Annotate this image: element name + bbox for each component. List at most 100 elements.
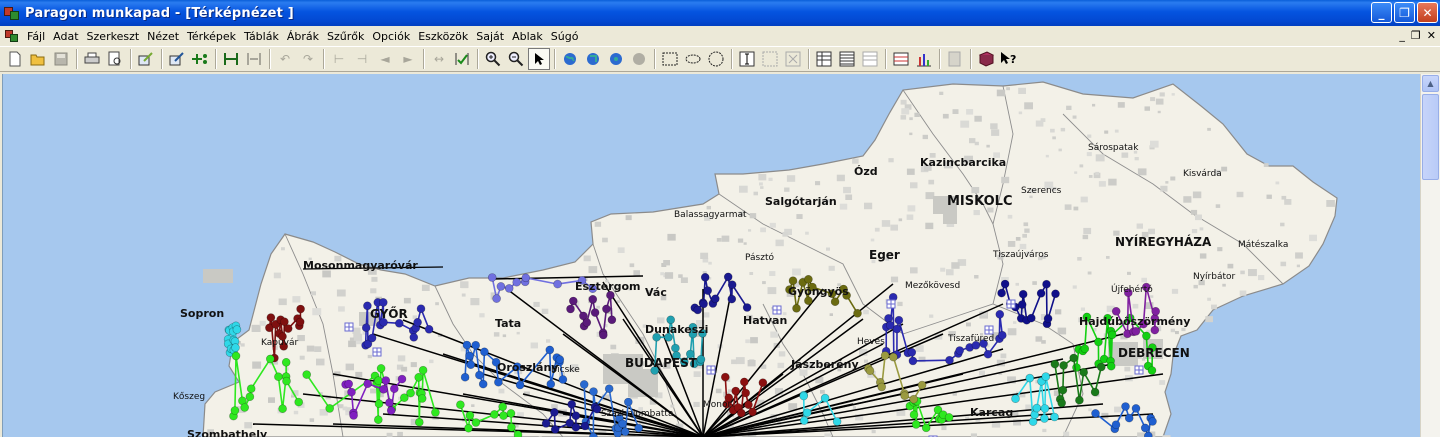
network-node[interactable] bbox=[568, 296, 578, 306]
network-node[interactable] bbox=[414, 372, 424, 382]
network-node[interactable] bbox=[1057, 398, 1066, 408]
network-node[interactable] bbox=[232, 325, 242, 334]
menu-tools[interactable]: Eszközök bbox=[414, 30, 472, 43]
network-node[interactable] bbox=[283, 324, 293, 333]
split-left-icon[interactable]: ⊢ bbox=[328, 48, 350, 70]
network-node[interactable] bbox=[278, 404, 287, 414]
network-node[interactable] bbox=[892, 324, 902, 334]
network-node[interactable] bbox=[1050, 359, 1060, 369]
network-node[interactable] bbox=[1018, 289, 1028, 299]
network-node[interactable] bbox=[386, 406, 396, 415]
network-node[interactable] bbox=[618, 419, 627, 429]
network-node[interactable] bbox=[1027, 313, 1036, 323]
network-node[interactable] bbox=[507, 422, 516, 432]
network-node[interactable] bbox=[553, 279, 562, 289]
network-node[interactable] bbox=[758, 378, 768, 388]
depot-marker[interactable] bbox=[886, 299, 896, 309]
network-node[interactable] bbox=[414, 417, 424, 427]
network-node[interactable] bbox=[295, 317, 305, 327]
bar-chart-icon[interactable] bbox=[913, 48, 935, 70]
network-node[interactable] bbox=[748, 407, 757, 417]
menu-data[interactable]: Adat bbox=[49, 30, 82, 43]
network-node[interactable] bbox=[231, 343, 240, 352]
network-node[interactable] bbox=[788, 276, 798, 285]
depot-marker[interactable] bbox=[984, 325, 994, 335]
unlink-nodes-icon[interactable] bbox=[243, 48, 265, 70]
network-node[interactable] bbox=[1042, 279, 1051, 289]
network-node[interactable] bbox=[347, 387, 356, 397]
network-node[interactable] bbox=[376, 364, 386, 373]
table-list-icon[interactable] bbox=[836, 48, 858, 70]
network-node[interactable] bbox=[413, 318, 422, 327]
network-node[interactable] bbox=[802, 408, 812, 418]
menu-filters[interactable]: Szűrők bbox=[323, 30, 368, 43]
network-node[interactable] bbox=[460, 372, 470, 382]
network-node[interactable] bbox=[416, 304, 426, 313]
network-node[interactable] bbox=[363, 379, 373, 389]
edit-map-icon[interactable] bbox=[135, 48, 157, 70]
network-node[interactable] bbox=[1142, 331, 1151, 341]
network-node[interactable] bbox=[710, 294, 720, 304]
network-node[interactable] bbox=[1131, 404, 1141, 413]
scroll-thumb[interactable] bbox=[1422, 94, 1439, 180]
network-node[interactable] bbox=[378, 298, 388, 307]
network-node[interactable] bbox=[504, 284, 514, 293]
network-node[interactable] bbox=[1036, 289, 1046, 298]
network-node[interactable] bbox=[478, 379, 488, 389]
network-node[interactable] bbox=[361, 323, 371, 332]
network-node[interactable] bbox=[1144, 431, 1153, 437]
depot-marker[interactable] bbox=[344, 322, 354, 332]
network-node[interactable] bbox=[1080, 344, 1090, 354]
menu-view[interactable]: Nézet bbox=[143, 30, 183, 43]
network-node[interactable] bbox=[598, 330, 608, 340]
network-node[interactable] bbox=[997, 330, 1007, 340]
measure-icon[interactable]: ↔ bbox=[428, 48, 450, 70]
network-node[interactable] bbox=[567, 399, 577, 409]
network-node[interactable] bbox=[1017, 300, 1027, 309]
network-node[interactable] bbox=[739, 377, 749, 387]
network-node[interactable] bbox=[349, 411, 358, 420]
network-node[interactable] bbox=[604, 384, 614, 394]
network-node[interactable] bbox=[265, 354, 275, 364]
network-node[interactable] bbox=[877, 382, 887, 392]
network-node[interactable] bbox=[907, 347, 917, 357]
network-node[interactable] bbox=[1131, 326, 1141, 336]
network-node[interactable] bbox=[909, 394, 919, 404]
network-node[interactable] bbox=[302, 370, 312, 379]
network-node[interactable] bbox=[1040, 404, 1050, 413]
network-node[interactable] bbox=[1111, 420, 1121, 430]
network-node[interactable] bbox=[506, 409, 516, 418]
menu-charts[interactable]: Ábrák bbox=[283, 30, 323, 43]
network-node[interactable] bbox=[397, 374, 407, 384]
network-node[interactable] bbox=[799, 391, 809, 401]
menu-file[interactable]: Fájl bbox=[23, 30, 49, 43]
network-node[interactable] bbox=[917, 380, 927, 390]
network-node[interactable] bbox=[282, 376, 291, 386]
network-node[interactable] bbox=[1091, 409, 1100, 418]
network-node[interactable] bbox=[389, 384, 399, 394]
network-node[interactable] bbox=[417, 394, 427, 403]
depot-marker[interactable] bbox=[372, 347, 382, 357]
network-node[interactable] bbox=[736, 408, 746, 418]
menu-help[interactable]: Súgó bbox=[547, 30, 583, 43]
network-node[interactable] bbox=[465, 351, 474, 361]
print-icon[interactable] bbox=[81, 48, 103, 70]
network-node[interactable] bbox=[983, 349, 993, 359]
grid-table-icon[interactable] bbox=[890, 48, 912, 70]
network-node[interactable] bbox=[374, 376, 383, 385]
globe-icon[interactable] bbox=[559, 48, 581, 70]
network-node[interactable] bbox=[281, 357, 291, 367]
network-node[interactable] bbox=[546, 379, 556, 389]
circle-select-icon[interactable] bbox=[705, 48, 727, 70]
network-node[interactable] bbox=[696, 354, 706, 364]
network-node[interactable] bbox=[512, 277, 522, 287]
network-node[interactable] bbox=[671, 343, 680, 353]
network-node[interactable] bbox=[955, 346, 965, 355]
network-node[interactable] bbox=[995, 310, 1005, 319]
network-node[interactable] bbox=[1075, 395, 1084, 405]
network-node[interactable] bbox=[274, 372, 283, 382]
network-node[interactable] bbox=[325, 404, 335, 413]
print-preview-icon[interactable] bbox=[104, 48, 126, 70]
network-node[interactable] bbox=[853, 309, 862, 318]
network-node[interactable] bbox=[1032, 403, 1042, 413]
